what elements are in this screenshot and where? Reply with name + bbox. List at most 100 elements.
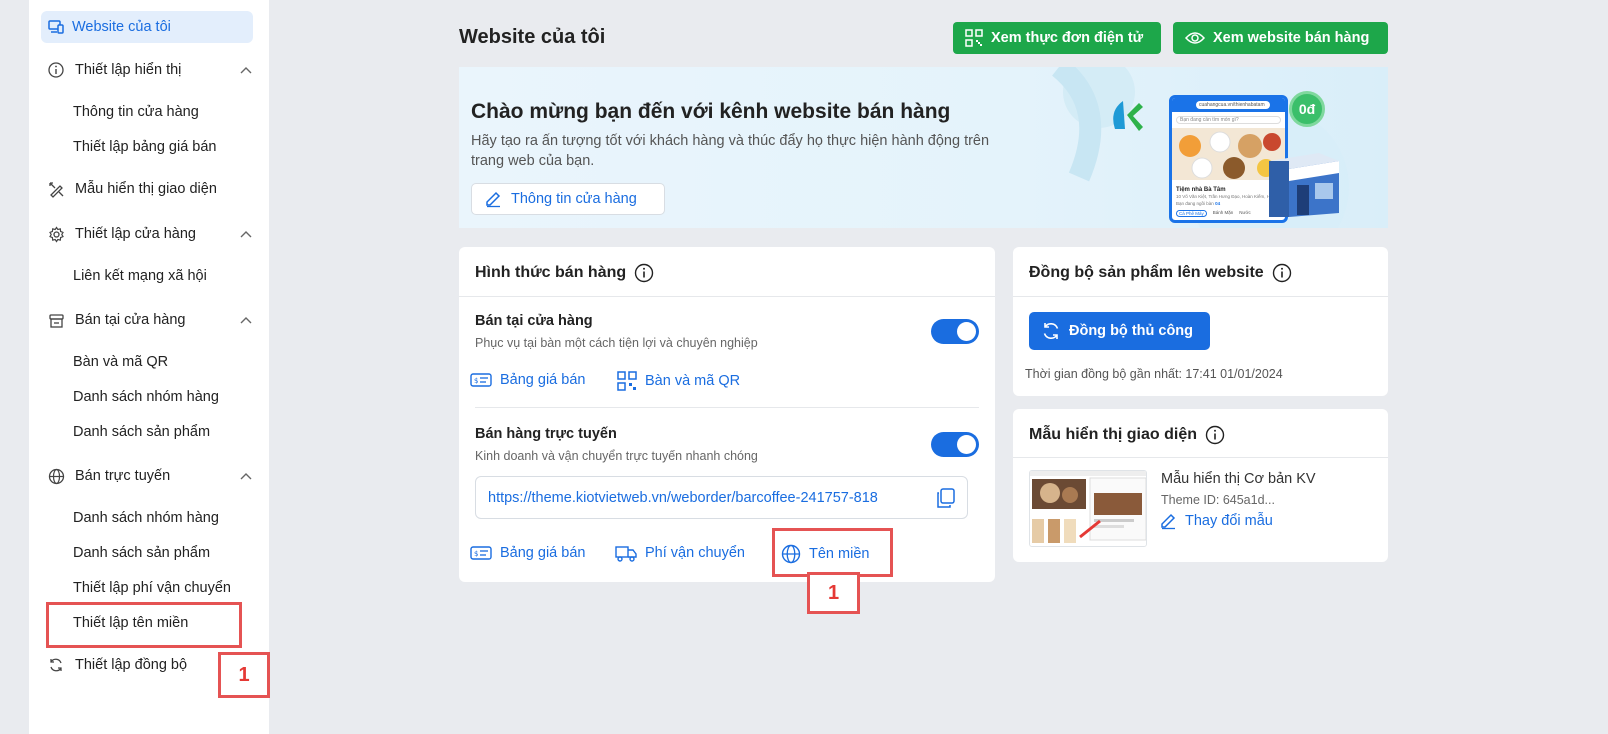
manual-sync-button[interactable]: Đồng bộ thủ công xyxy=(1029,312,1210,350)
sync-icon xyxy=(50,658,62,672)
banner-title: Chào mừng bạn đến với kênh website bán h… xyxy=(471,100,951,123)
eye-icon xyxy=(1185,32,1205,44)
sidebar-item-online-products[interactable]: Danh sách sản phẩm xyxy=(73,545,210,561)
manual-sync-label: Đồng bộ thủ công xyxy=(1069,323,1194,339)
card-divider xyxy=(459,296,995,297)
website-url-text[interactable]: https://theme.kiotvietweb.vn/weborder/ba… xyxy=(488,490,878,506)
shipping-fee-link[interactable]: Phí vận chuyển xyxy=(615,544,745,562)
pencil-icon xyxy=(1161,513,1176,530)
sidebar-group-label: Thiết lập cửa hàng xyxy=(75,226,196,242)
info-icon[interactable] xyxy=(1205,425,1225,445)
online-price-list-link[interactable]: $ Bảng giá bán xyxy=(470,544,585,562)
mockup-tab: Cà Phê Máy xyxy=(1176,210,1207,217)
sidebar-group-label: Bán trực tuyến xyxy=(75,468,171,484)
in-store-title: Bán tại cửa hàng xyxy=(475,313,593,329)
change-theme-label: Thay đổi mẫu xyxy=(1185,513,1273,529)
storefront-icon xyxy=(1269,153,1339,217)
devices-icon xyxy=(48,20,64,34)
online-sales-description: Kinh doanh và vận chuyển trực tuyến nhan… xyxy=(475,449,758,463)
info-icon[interactable] xyxy=(1272,263,1292,283)
qr-code-icon xyxy=(617,371,637,391)
info-icon[interactable] xyxy=(634,263,654,283)
design-tools-icon xyxy=(48,181,63,198)
sidebar-item-price-list[interactable]: Thiết lập bảng giá bán xyxy=(73,139,217,155)
mockup-search: Bạn đang cần tìm món gì? xyxy=(1176,116,1281,124)
copy-icon[interactable] xyxy=(935,487,957,509)
left-gutter xyxy=(0,0,29,734)
chevron-up-icon[interactable] xyxy=(239,470,253,484)
store-info-button[interactable]: Thông tin cửa hàng xyxy=(471,183,665,215)
sidebar-item-my-website[interactable]: Website của tôi xyxy=(41,11,253,43)
sidebar-item-shipping-fee[interactable]: Thiết lập phí vận chuyển xyxy=(73,580,231,596)
page-title: Website của tôi xyxy=(459,26,606,48)
globe-icon xyxy=(48,468,64,484)
sync-card-title-text: Đồng bộ sản phẩm lên website xyxy=(1029,264,1264,281)
mockup-tab: Bánh Mặn xyxy=(1212,210,1234,215)
view-website-button[interactable]: Xem website bán hàng xyxy=(1173,22,1388,54)
view-e-menu-button[interactable]: Xem thực đơn điện tử xyxy=(953,22,1161,54)
step-label-sidebar: 1 xyxy=(218,652,270,698)
theme-preview-image xyxy=(1030,471,1146,546)
banner-description: Hãy tạo ra ấn tượng tốt với khách hàng v… xyxy=(471,133,990,169)
qr-code-icon xyxy=(965,29,983,47)
online-sales-toggle[interactable] xyxy=(931,432,979,457)
mockup-tab: Nước xyxy=(1239,210,1251,215)
online-sales-title: Bán hàng trực tuyến xyxy=(475,426,617,442)
sidebar-group-label: Thiết lập đồng bộ xyxy=(75,657,188,673)
sync-icon xyxy=(1043,323,1059,339)
sidebar-group-in-store[interactable]: Bán tại cửa hàng xyxy=(47,311,253,329)
price-tag-icon: $ xyxy=(470,546,492,560)
sidebar-item-products[interactable]: Danh sách sản phẩm xyxy=(73,424,210,440)
tables-qr-link[interactable]: Bàn và mã QR xyxy=(617,371,740,391)
sidebar-group-store-settings[interactable]: Thiết lập cửa hàng xyxy=(47,225,253,243)
store-info-label: Thông tin cửa hàng xyxy=(511,191,637,207)
sidebar-group-label: Mẫu hiển thị giao diện xyxy=(75,181,217,197)
last-sync-time: Thời gian đồng bộ gần nhất: 17:41 01/01/… xyxy=(1025,367,1283,381)
sales-card-title-text: Hình thức bán hàng xyxy=(475,264,627,281)
mockup-table-number: 04 xyxy=(1215,201,1221,206)
mockup-table-prefix: Bạn đang ngồi bàn xyxy=(1176,201,1214,206)
kiotviet-logo-icon xyxy=(1113,101,1143,131)
highlight-box-domain-setting xyxy=(46,602,242,648)
svg-text:$: $ xyxy=(474,377,478,385)
svg-text:$: $ xyxy=(474,550,478,558)
sidebar-item-social-links[interactable]: Liên kết mạng xã hội xyxy=(73,268,207,284)
theme-card-title: Mẫu hiển thị giao diện xyxy=(1029,425,1225,445)
website-url-field[interactable]: https://theme.kiotvietweb.vn/weborder/ba… xyxy=(475,476,968,519)
sidebar-item-store-info[interactable]: Thông tin cửa hàng xyxy=(73,104,199,120)
mockup-url-bar: cuahangcua.vn/thienhabatam xyxy=(1196,101,1270,109)
theme-thumbnail[interactable] xyxy=(1029,470,1147,547)
chevron-up-icon[interactable] xyxy=(239,228,253,242)
sales-card-title: Hình thức bán hàng xyxy=(475,263,654,283)
price-tag-icon: $ xyxy=(470,373,492,387)
in-store-toggle[interactable] xyxy=(931,319,979,344)
chevron-up-icon[interactable] xyxy=(239,64,253,78)
info-icon xyxy=(48,62,64,78)
shipping-fee-label: Phí vận chuyển xyxy=(645,545,745,561)
sales-channels-card: Hình thức bán hàng Bán tại cửa hàng Phục… xyxy=(459,247,995,582)
sync-card-title: Đồng bộ sản phẩm lên website xyxy=(1029,263,1292,283)
card-divider xyxy=(1013,457,1388,458)
chevron-up-icon[interactable] xyxy=(239,314,253,328)
sidebar-item-label: Website của tôi xyxy=(72,19,171,35)
highlight-box-domain-link xyxy=(772,528,893,577)
sidebar-group-display-settings[interactable]: Thiết lập hiển thị xyxy=(47,61,253,79)
in-store-price-list-link[interactable]: $ Bảng giá bán xyxy=(470,371,585,389)
sidebar-item-online-product-groups[interactable]: Danh sách nhóm hàng xyxy=(73,510,219,526)
sidebar-group-label: Bán tại cửa hàng xyxy=(75,312,186,328)
sidebar-group-theme[interactable]: Mẫu hiển thị giao diện xyxy=(47,180,253,198)
store-icon xyxy=(48,313,64,328)
in-store-price-list-label: Bảng giá bán xyxy=(500,372,586,388)
welcome-banner: Chào mừng bạn đến với kênh website bán h… xyxy=(459,67,1388,228)
view-website-label: Xem website bán hàng xyxy=(1213,30,1370,46)
truck-icon xyxy=(615,546,637,562)
tables-qr-label: Bàn và mã QR xyxy=(645,373,741,389)
card-divider xyxy=(475,407,979,408)
sidebar-group-label: Thiết lập hiển thị xyxy=(75,62,182,78)
sidebar-item-product-groups[interactable]: Danh sách nhóm hàng xyxy=(73,389,219,405)
theme-name: Mẫu hiển thị Cơ bản KV xyxy=(1161,471,1316,487)
sidebar-item-tables-qr[interactable]: Bàn và mã QR xyxy=(73,354,168,370)
sync-card: Đồng bộ sản phẩm lên website Đồng bộ thủ… xyxy=(1013,247,1388,396)
sidebar-group-online[interactable]: Bán trực tuyến xyxy=(47,467,253,485)
change-theme-link[interactable]: Thay đổi mẫu xyxy=(1159,512,1273,530)
